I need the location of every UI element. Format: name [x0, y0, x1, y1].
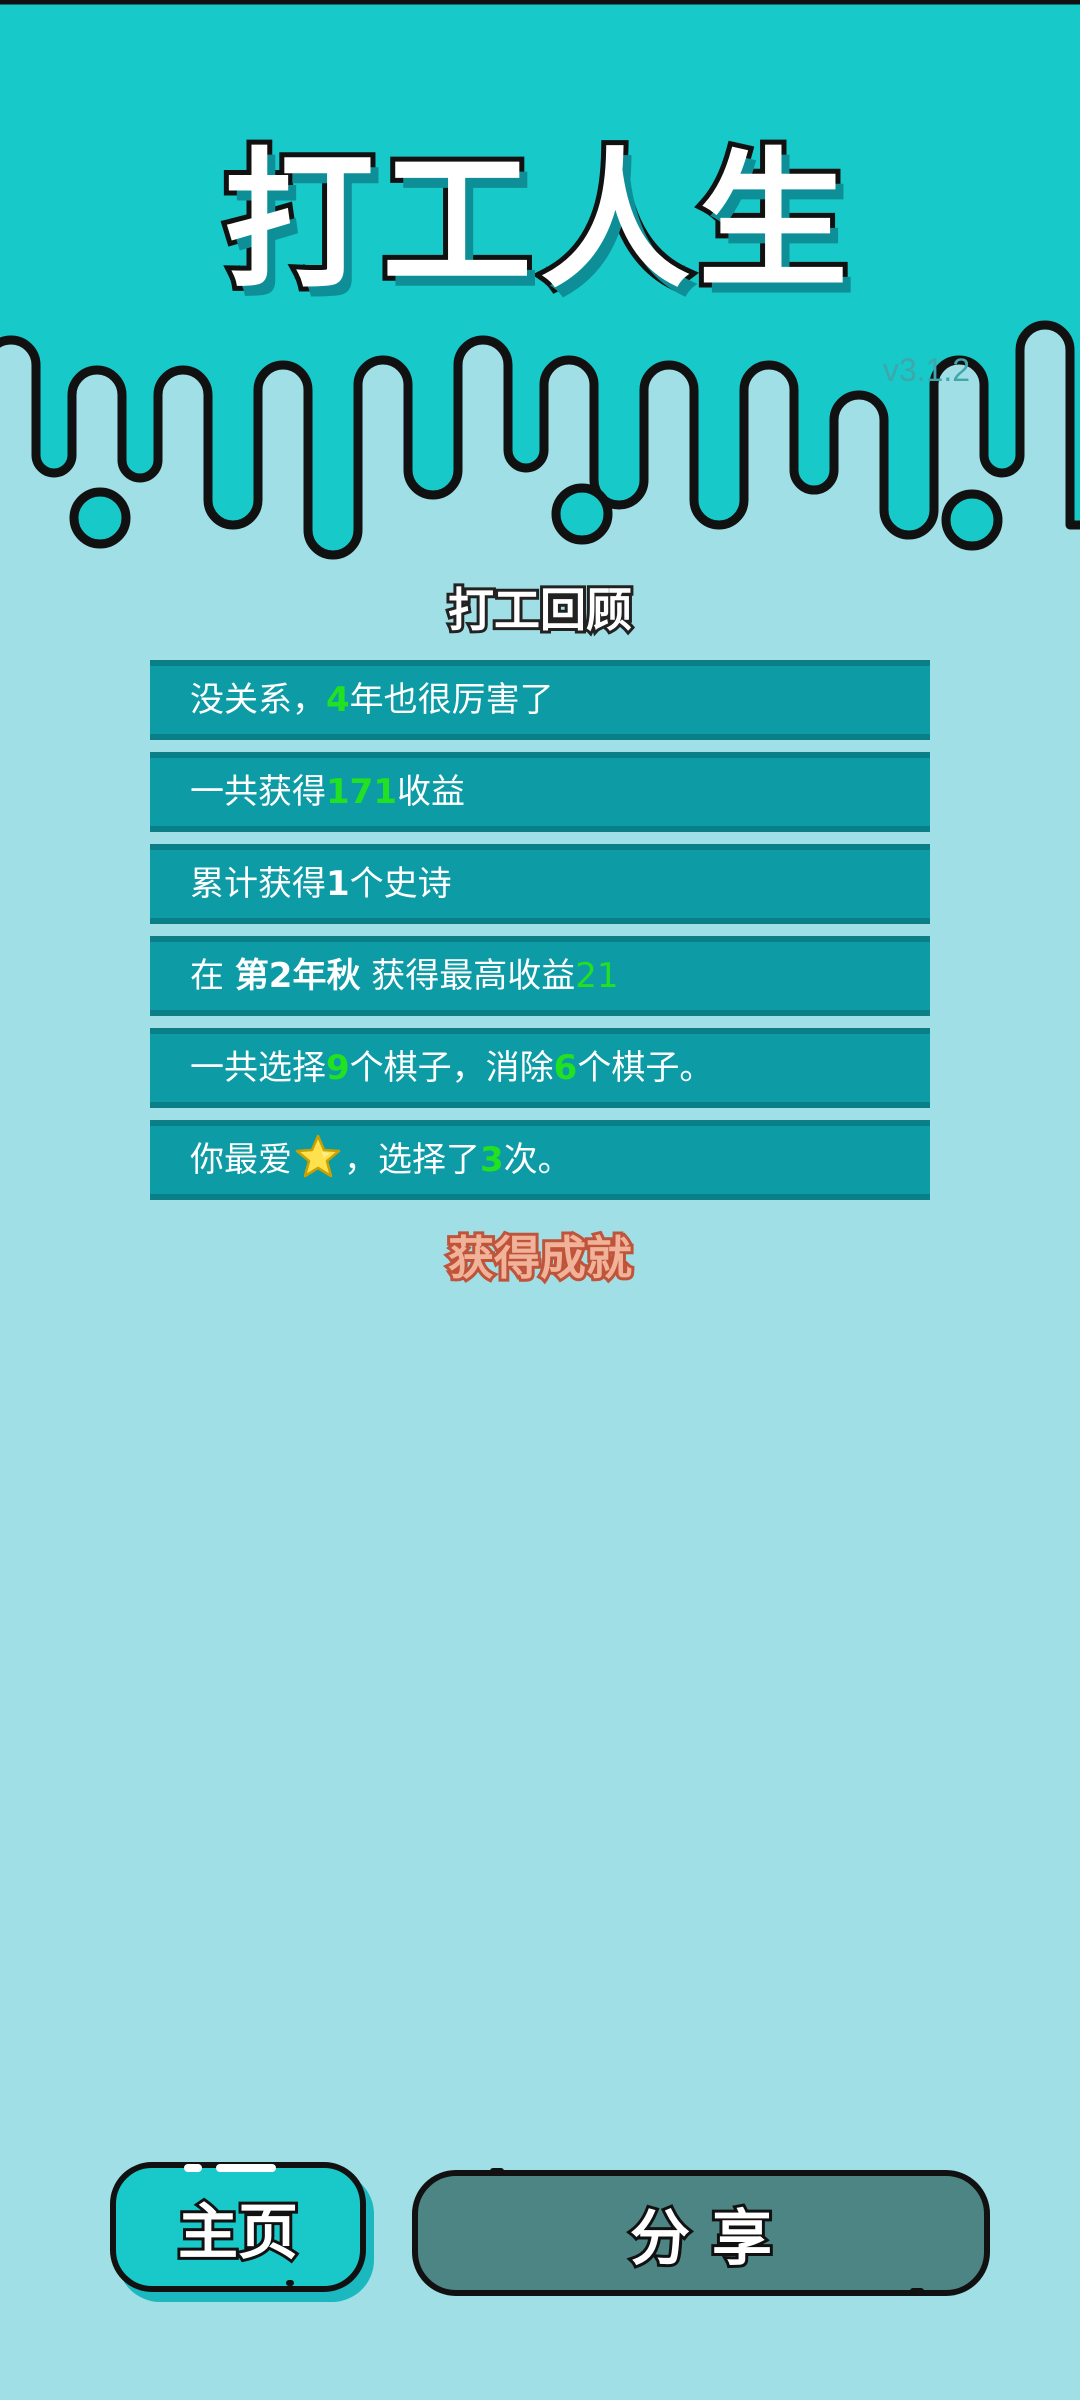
button-tick — [490, 2168, 504, 2174]
stat-row-epic-count: 累计获得1个史诗 — [150, 844, 930, 924]
review-stats-list: 没关系，4年也很厉害了 一共获得171收益 累计获得1个史诗 在 第2年秋 获得… — [150, 660, 930, 1212]
stat-row-total-income: 一共获得171收益 — [150, 752, 930, 832]
home-button-label: 主页 — [175, 2195, 301, 2271]
game-title: 打工人生 — [219, 130, 856, 314]
stat-row-pieces: 一共选择9个棋子，消除6个棋子。 — [150, 1028, 930, 1108]
stat-row-favorite: 你最爱 ，选择了3次。 — [150, 1120, 930, 1200]
home-button[interactable]: 主页 — [110, 2162, 366, 2292]
achievement-title: 获得成就 — [445, 1228, 635, 1288]
stat-row-years: 没关系，4年也很厉害了 — [150, 660, 930, 740]
review-title: 打工回顾 — [445, 580, 635, 640]
version-label: v3.1.2 — [882, 352, 970, 388]
share-button-label: 分享 — [627, 2201, 794, 2277]
share-button[interactable]: 分享 — [412, 2168, 990, 2296]
star-icon — [295, 1134, 341, 1178]
stat-row-best-income: 在 第2年秋 获得最高收益21 — [150, 936, 930, 1016]
